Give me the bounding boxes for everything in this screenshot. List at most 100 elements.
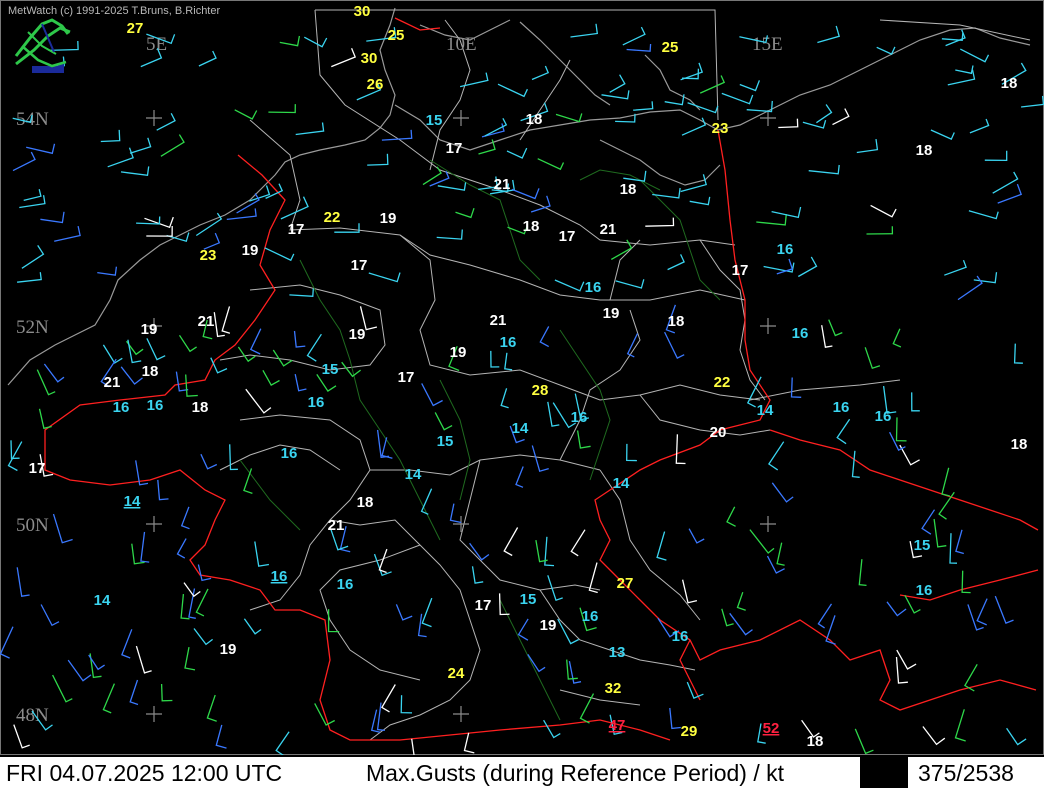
station-gust-value[interactable]: 15 bbox=[437, 433, 454, 450]
station-gust-value[interactable]: 16 bbox=[571, 409, 588, 426]
wind-barb-icon bbox=[949, 533, 958, 564]
wind-barb-icon bbox=[517, 618, 529, 641]
wind-barb-icon bbox=[140, 531, 150, 563]
station-gust-value[interactable]: 18 bbox=[523, 218, 540, 235]
station-gust-value[interactable]: 19 bbox=[380, 210, 397, 227]
station-gust-value[interactable]: 18 bbox=[668, 313, 685, 330]
station-gust-value[interactable]: 23 bbox=[200, 247, 217, 264]
station-gust-value[interactable]: 27 bbox=[127, 20, 144, 37]
station-gust-value[interactable]: 17 bbox=[29, 460, 46, 477]
station-gust-value[interactable]: 14 bbox=[613, 475, 630, 492]
station-gust-value[interactable]: 19 bbox=[242, 242, 259, 259]
station-gust-value[interactable]: 21 bbox=[198, 313, 215, 330]
wind-barb-icon bbox=[756, 214, 787, 226]
station-gust-value[interactable]: 23 bbox=[712, 120, 729, 137]
station-gust-value[interactable]: 16 bbox=[585, 279, 602, 296]
station-gust-value[interactable]: 16 bbox=[337, 576, 354, 593]
station-gust-value[interactable]: 20 bbox=[710, 424, 727, 441]
station-gust-value[interactable]: 14 bbox=[512, 420, 529, 437]
station-gust-value[interactable]: 16 bbox=[308, 394, 325, 411]
station-gust-value[interactable]: 30 bbox=[354, 3, 371, 20]
station-gust-value[interactable]: 18 bbox=[142, 363, 159, 380]
station-gust-value[interactable]: 32 bbox=[605, 680, 622, 697]
station-gust-value[interactable]: 16 bbox=[672, 628, 689, 645]
station-gust-value[interactable]: 15 bbox=[914, 537, 931, 554]
station-gust-value[interactable]: 16 bbox=[777, 241, 794, 258]
wind-barb-icon bbox=[498, 593, 510, 616]
wind-barb-icon bbox=[858, 559, 867, 587]
station-gust-value[interactable]: 18 bbox=[916, 142, 933, 159]
station-gust-value[interactable]: 16 bbox=[147, 397, 164, 414]
station-gust-value[interactable]: 24 bbox=[448, 665, 465, 682]
station-gust-value[interactable]: 18 bbox=[620, 181, 637, 198]
station-gust-value[interactable]: 16 bbox=[875, 408, 892, 425]
map-viewport[interactable]: 5E 10E 15E 54N 52N 50N 48N 27 30 25 30 26 25 1… bbox=[0, 0, 1044, 788]
station-gust-value[interactable]: 47 bbox=[609, 717, 626, 734]
station-gust-value[interactable]: 18 bbox=[357, 494, 374, 511]
station-gust-value[interactable]: 52 bbox=[763, 720, 780, 737]
station-gust-value[interactable]: 26 bbox=[367, 76, 384, 93]
station-gust-value[interactable]: 19 bbox=[349, 326, 366, 343]
station-gust-value[interactable]: 18 bbox=[526, 111, 543, 128]
station-gust-value[interactable]: 18 bbox=[1001, 75, 1018, 92]
wind-barb-icon bbox=[436, 229, 463, 240]
station-gust-value[interactable]: 29 bbox=[681, 723, 698, 740]
station-gust-value[interactable]: 25 bbox=[662, 39, 679, 56]
wind-barb-icon bbox=[21, 245, 45, 269]
station-gust-value[interactable]: 19 bbox=[540, 617, 557, 634]
station-gust-value[interactable]: 16 bbox=[582, 608, 599, 625]
station-gust-value[interactable]: 16 bbox=[792, 325, 809, 342]
station-gust-value[interactable]: 22 bbox=[714, 374, 731, 391]
station-gust-value[interactable]: 21 bbox=[104, 374, 121, 391]
weather-map[interactable]: 5E 10E 15E 54N 52N 50N 48N 2730253026251… bbox=[0, 0, 1044, 755]
station-gust-value[interactable]: 16 bbox=[113, 399, 130, 416]
station-gust-value[interactable]: 21 bbox=[328, 517, 345, 534]
wind-barb-icon bbox=[176, 538, 187, 559]
wind-barb-icon bbox=[421, 383, 443, 407]
station-gust-value[interactable]: 21 bbox=[490, 312, 507, 329]
station-gust-value[interactable]: 17 bbox=[559, 228, 576, 245]
station-gust-value[interactable]: 25 bbox=[388, 27, 405, 44]
station-gust-value[interactable]: 22 bbox=[324, 209, 341, 226]
wind-barb-icon bbox=[367, 153, 389, 166]
station-gust-value[interactable]: 17 bbox=[398, 369, 415, 386]
wind-barb-icon bbox=[254, 541, 270, 567]
station-gust-value[interactable]: 17 bbox=[351, 257, 368, 274]
station-gust-value[interactable]: 18 bbox=[192, 399, 209, 416]
station-gust-value[interactable]: 15 bbox=[520, 591, 537, 608]
station-gust-value[interactable]: 19 bbox=[141, 321, 158, 338]
station-gust-value[interactable]: 13 bbox=[609, 644, 626, 661]
station-gust-value[interactable]: 16 bbox=[916, 582, 933, 599]
station-gust-value[interactable]: 14 bbox=[94, 592, 111, 609]
grid-cross-icon bbox=[146, 516, 162, 532]
station-gust-value[interactable]: 18 bbox=[1011, 436, 1028, 453]
station-gust-value[interactable]: 30 bbox=[361, 50, 378, 67]
station-gust-value[interactable]: 19 bbox=[450, 344, 467, 361]
station-gust-value[interactable]: 19 bbox=[220, 641, 237, 658]
wind-barb-icon bbox=[726, 506, 736, 527]
station-gust-value[interactable]: 17 bbox=[732, 262, 749, 279]
wind-barb-icon bbox=[610, 239, 633, 260]
station-gust-value[interactable]: 14 bbox=[124, 493, 141, 510]
station-gust-value[interactable]: 14 bbox=[757, 402, 774, 419]
station-gust-value[interactable]: 21 bbox=[494, 176, 511, 193]
station-gust-value[interactable]: 16 bbox=[500, 334, 517, 351]
station-gust-value[interactable]: 14 bbox=[405, 466, 422, 483]
station-gust-value[interactable]: 17 bbox=[288, 221, 305, 238]
station-gust-value[interactable]: 19 bbox=[603, 305, 620, 322]
station-gust-value[interactable]: 28 bbox=[532, 382, 549, 399]
station-gust-value[interactable]: 21 bbox=[600, 221, 617, 238]
station-gust-value[interactable]: 16 bbox=[281, 445, 298, 462]
station-gust-value[interactable]: 15 bbox=[322, 361, 339, 378]
wind-barb-icon bbox=[193, 628, 213, 646]
wind-barb-icon bbox=[930, 129, 955, 140]
station-gust-value[interactable]: 18 bbox=[807, 733, 824, 750]
wind-barb-icon bbox=[497, 83, 528, 98]
station-gust-value[interactable]: 15 bbox=[426, 112, 443, 129]
station-gust-value[interactable]: 16 bbox=[271, 568, 288, 585]
station-gust-value[interactable]: 17 bbox=[475, 597, 492, 614]
wind-barb-icon bbox=[500, 388, 509, 409]
station-gust-value[interactable]: 27 bbox=[617, 575, 634, 592]
station-gust-value[interactable]: 17 bbox=[446, 140, 463, 157]
station-gust-value[interactable]: 16 bbox=[833, 399, 850, 416]
